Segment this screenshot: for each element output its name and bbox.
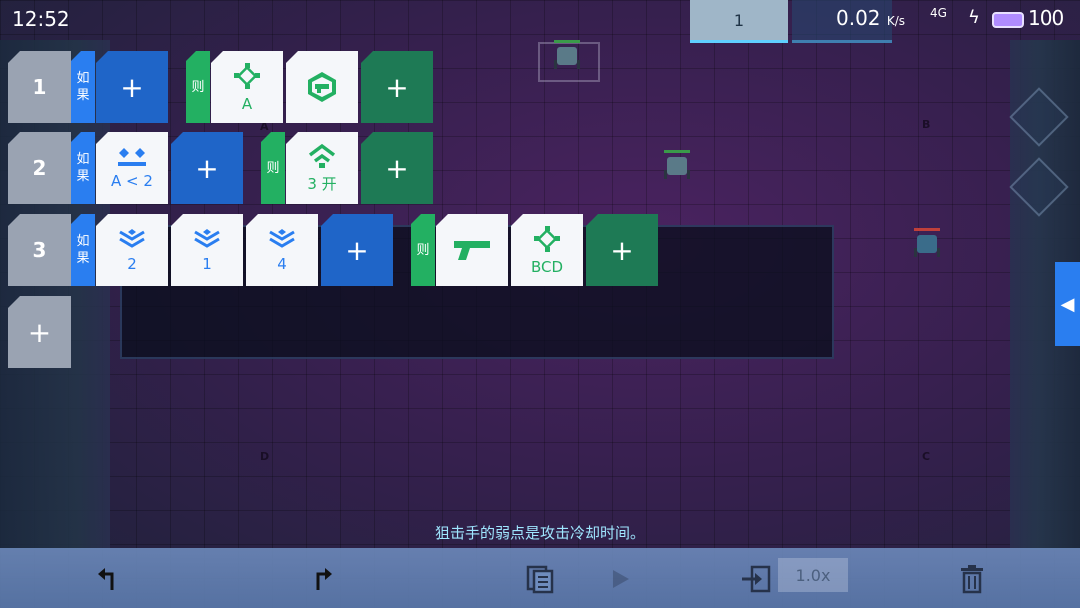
add-row-button[interactable]: + (8, 296, 71, 368)
condition-card[interactable]: 1 (171, 214, 243, 286)
map-label-d: D (260, 450, 270, 463)
play-button[interactable] (600, 562, 640, 596)
if-tag: 如果 (71, 51, 95, 123)
speed-indicator[interactable]: 1.0x (778, 558, 848, 592)
clock: 12:52 (12, 7, 70, 31)
charging-icon: ϟ (968, 7, 980, 28)
battery-icon (992, 12, 1024, 28)
then-tag: 则 (186, 51, 210, 123)
copy-icon (526, 565, 554, 594)
network-speed: 0.02 K/s (836, 6, 906, 30)
then-tag: 则 (411, 214, 435, 286)
condition-label: 1 (202, 255, 212, 273)
copy-button[interactable] (520, 562, 560, 596)
map-label-c: C (922, 450, 931, 463)
if-tag: 如果 (71, 214, 95, 286)
battery-level: 100 (1028, 6, 1064, 30)
delete-button[interactable] (952, 562, 992, 596)
network-type: 4G (930, 6, 947, 20)
condition-card[interactable]: 2 (96, 214, 168, 286)
squad-tab-1[interactable]: 1 (690, 0, 788, 43)
target-diamond-icon (234, 63, 260, 89)
bottom-toolbar: 1.0x (0, 548, 1080, 608)
action-label: A (241, 95, 253, 113)
add-action-button[interactable]: + (361, 132, 433, 204)
robot-face-icon (308, 72, 336, 102)
redo-button[interactable] (302, 562, 342, 596)
action-label: 3 开 (307, 174, 337, 193)
action-card[interactable]: A (211, 51, 283, 123)
add-condition-button[interactable]: + (321, 214, 393, 286)
condition-label: 4 (277, 255, 287, 273)
then-tag: 则 (261, 132, 285, 204)
action-card[interactable]: BCD (511, 214, 583, 286)
row-number[interactable]: 2 (8, 132, 71, 204)
add-action-button[interactable]: + (361, 51, 433, 123)
undo-button[interactable] (88, 562, 128, 596)
map-label-b: B (922, 118, 931, 131)
add-condition-button[interactable]: + (171, 132, 243, 204)
action-card[interactable]: 3 开 (286, 132, 358, 204)
target-diamond-icon (534, 226, 560, 252)
hint-text: 狙击手的弱点是攻击冷却时间。 (434, 524, 645, 542)
action-label: BCD (530, 258, 564, 276)
row-number[interactable]: 1 (8, 51, 71, 123)
status-bar: 12:52 1 0.02 K/s 4G ϟ 100 (0, 0, 1080, 43)
action-card[interactable] (436, 214, 508, 286)
enemy-unit (910, 228, 944, 258)
redo-icon (316, 568, 332, 590)
play-icon (613, 570, 629, 588)
pistol-icon (454, 241, 490, 260)
import-icon (742, 565, 771, 593)
add-condition-button[interactable]: + (96, 51, 168, 123)
enemy-unit (660, 150, 694, 180)
layers-icon (119, 229, 145, 248)
signal-icon (308, 143, 336, 168)
add-action-button[interactable]: + (586, 214, 658, 286)
condition-card[interactable]: 4 (246, 214, 318, 286)
enemy-unit (550, 40, 584, 70)
row-number[interactable]: 3 (8, 214, 71, 286)
import-button[interactable] (736, 562, 776, 596)
undo-icon (98, 568, 114, 590)
layers-icon (194, 229, 220, 248)
condition-label: 2 (127, 255, 137, 273)
layers-icon (269, 229, 295, 248)
action-card[interactable] (286, 51, 358, 123)
condition-card[interactable]: A < 2 (96, 132, 168, 204)
condition-label: A < 2 (111, 172, 153, 190)
trash-icon (961, 565, 983, 594)
chevron-left-icon: ◀ (1060, 293, 1075, 315)
if-tag: 如果 (71, 132, 95, 204)
expand-panel-button[interactable]: ◀ (1055, 262, 1080, 346)
crown-icon (118, 148, 146, 166)
